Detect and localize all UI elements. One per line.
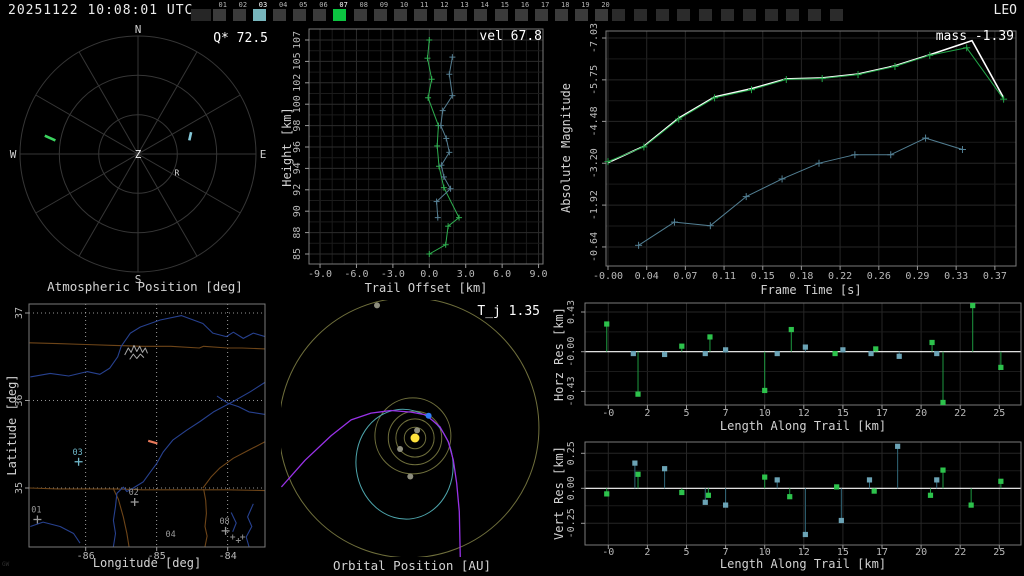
svg-text:W: W [10, 148, 17, 161]
svg-text:-3.0: -3.0 [381, 269, 405, 280]
svg-text:03: 03 [72, 448, 82, 458]
svg-text:2: 2 [644, 547, 650, 558]
map-xlabel: Longitude [deg] [92, 556, 202, 570]
svg-text:0.18: 0.18 [789, 271, 813, 282]
magnitude-plot: -0.00 0.04 0.07 0.11 0.15 0.18 0.22 0.26 0.29 0.3… [589, 23, 1017, 282]
svg-text:-6.0: -6.0 [344, 269, 368, 280]
svg-text:-0: -0 [602, 547, 614, 558]
svg-text:-1.92: -1.92 [589, 190, 600, 220]
svg-text:5: 5 [683, 408, 689, 419]
q-star-stat: Q* 72.5 [213, 31, 268, 46]
horz-res-xlabel: Length Along Trail [km] [719, 419, 887, 433]
svg-text:R: R [175, 169, 180, 178]
svg-text:7: 7 [723, 408, 729, 419]
svg-text:0.07: 0.07 [673, 271, 697, 282]
horz-residuals-plot: -0 2 5 7 10 12 15 17 20 22 250.43-0.00-0.43 [566, 300, 1022, 419]
horz-res-ylabel: Horz Res [km] [552, 307, 566, 401]
svg-text:5: 5 [683, 547, 689, 558]
svg-text:10: 10 [759, 408, 771, 419]
svg-text:0.26: 0.26 [867, 271, 891, 282]
svg-text:N: N [135, 23, 142, 36]
svg-text:88: 88 [292, 227, 303, 239]
magnitude-plot-ylabel: Absolute Magnitude [559, 82, 573, 214]
atmospheric-position-plot: NSW EZR [10, 23, 267, 286]
svg-text:08: 08 [219, 517, 229, 527]
svg-text:-7.03: -7.03 [589, 23, 600, 53]
svg-text:04: 04 [165, 530, 175, 540]
map-watermark: GW [2, 561, 10, 568]
svg-text:20: 20 [915, 547, 927, 558]
svg-text:0.0: 0.0 [420, 269, 438, 280]
svg-text:E: E [260, 148, 267, 161]
mass-stat: mass -1.39 [935, 29, 1014, 44]
svg-text:-0.43: -0.43 [566, 376, 577, 406]
svg-text:15: 15 [837, 408, 849, 419]
height-plot-xlabel: Trail Offset [km] [364, 281, 488, 295]
svg-text:0.33: 0.33 [944, 271, 968, 282]
svg-text:20: 20 [915, 408, 927, 419]
svg-text:02: 02 [129, 488, 139, 498]
vert-res-ylabel: Vert Res [km] [552, 446, 566, 540]
height-plot-ylabel: Height [km] [280, 107, 294, 187]
magnitude-plot-xlabel: Frame Time [s] [760, 283, 862, 297]
orbital-position-plot [281, 300, 540, 557]
svg-text:25: 25 [993, 547, 1005, 558]
svg-text:0.11: 0.11 [712, 271, 736, 282]
svg-text:-4.48: -4.48 [589, 106, 600, 136]
svg-text:37: 37 [14, 307, 25, 319]
svg-text:22: 22 [954, 408, 966, 419]
height-profile-plot: -9.0 -6.0 -3.0 0.0 3.0 6.0 9.01071051021009896… [292, 28, 548, 280]
tisserand-stat: T_j 1.35 [477, 304, 540, 319]
svg-text:105: 105 [292, 52, 303, 70]
svg-text:-9.0: -9.0 [308, 269, 332, 280]
svg-text:-5.75: -5.75 [589, 65, 600, 95]
svg-text:-0.00: -0.00 [593, 271, 623, 282]
svg-text:0.00: 0.00 [566, 476, 577, 500]
svg-text:6.0: 6.0 [493, 269, 511, 280]
svg-text:0.29: 0.29 [905, 271, 929, 282]
svg-text:-0.00: -0.00 [566, 337, 577, 367]
ground-map-plot: 0102030804-86 -85 -84373635 [14, 303, 266, 562]
svg-text:01: 01 [31, 506, 41, 516]
svg-text:0.37: 0.37 [983, 271, 1007, 282]
vert-residuals-plot: -0 2 5 7 10 12 15 17 20 22 250.250.00-0.25 [566, 441, 1022, 558]
svg-text:12: 12 [798, 408, 810, 419]
meteor-analysis-dashboard: 20251122 10:08:01 UTC LEO 01 02 03 04 05 06 07… [0, 0, 1024, 576]
svg-text:17: 17 [876, 408, 888, 419]
svg-text:Z: Z [135, 148, 142, 161]
velocity-stat: vel 67.8 [479, 29, 542, 44]
svg-text:2: 2 [644, 408, 650, 419]
svg-text:0.25: 0.25 [566, 441, 577, 465]
map-ylabel: Latitude [deg] [5, 374, 19, 476]
orbital-plot-title: Orbital Position [AU] [332, 558, 492, 573]
svg-text:85: 85 [292, 248, 303, 260]
svg-text:-3.20: -3.20 [589, 148, 600, 178]
svg-text:22: 22 [954, 547, 966, 558]
svg-text:9.0: 9.0 [530, 269, 548, 280]
svg-text:25: 25 [993, 408, 1005, 419]
svg-text:-0.64: -0.64 [589, 232, 600, 262]
vert-res-xlabel: Length Along Trail [km] [719, 557, 887, 571]
atmospheric-plot-title: Atmospheric Position [deg] [47, 279, 243, 294]
svg-text:-0: -0 [602, 408, 614, 419]
svg-text:0.43: 0.43 [566, 300, 577, 324]
svg-text:0.22: 0.22 [828, 271, 852, 282]
svg-text:107: 107 [292, 31, 303, 49]
svg-text:3.0: 3.0 [457, 269, 475, 280]
svg-text:0.04: 0.04 [635, 271, 659, 282]
svg-text:0.15: 0.15 [751, 271, 775, 282]
svg-text:-0.25: -0.25 [566, 508, 577, 538]
